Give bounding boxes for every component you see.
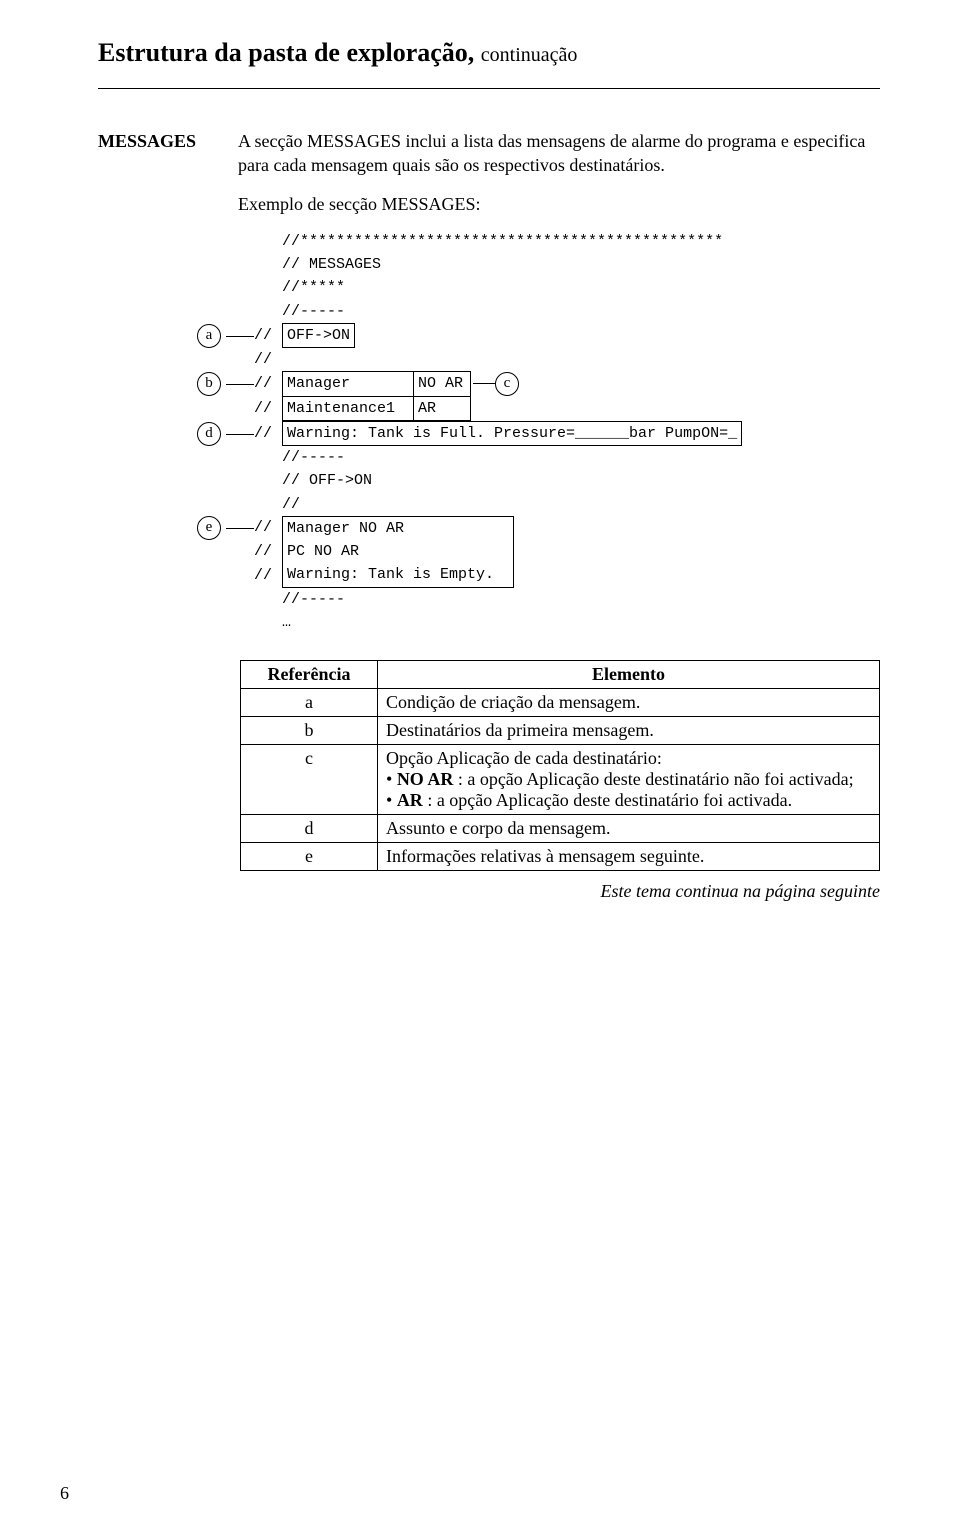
code-line: // MESSAGES [282, 253, 381, 276]
box-next-msg: Manager NO AR [282, 516, 514, 540]
continuation-note: Este tema continua na página seguinte [98, 881, 880, 902]
ref-desc: Assunto e corpo da mensagem. [378, 815, 880, 843]
code-line: //----- [282, 588, 345, 611]
box-off-on: OFF->ON [282, 323, 355, 348]
ref-key: a [241, 689, 378, 717]
marker-b: b [197, 372, 221, 396]
ref-desc: Condição de criação da mensagem. [378, 689, 880, 717]
table-row: a Condição de criação da mensagem. [241, 689, 880, 717]
connector-line [226, 434, 254, 435]
page-number: 6 [60, 1483, 69, 1504]
marker-c: c [495, 372, 519, 396]
divider [98, 88, 880, 89]
box-app-option: NO AR [414, 371, 471, 395]
marker-a: a [197, 324, 221, 348]
ref-desc: Informações relativas à mensagem seguint… [378, 843, 880, 871]
title-main: Estrutura da pasta de exploração, [98, 38, 481, 67]
ref-key: b [241, 717, 378, 745]
table-row: b Destinatários da primeira mensagem. [241, 717, 880, 745]
ref-desc: Opção Aplicação de cada destinatário: NO… [378, 745, 880, 815]
connector-line [226, 384, 254, 385]
box-subject-body: Warning: Tank is Full. Pressure=______ba… [282, 421, 742, 446]
code-slashes: // [254, 397, 282, 420]
connector-line [473, 383, 495, 384]
code-line: //***** [282, 276, 345, 299]
box-recipient: Manager [282, 371, 414, 395]
box-recipient: Maintenance1 [282, 396, 414, 421]
code-slashes: // [254, 348, 282, 371]
box-app-option: AR [414, 396, 471, 421]
code-line: //----- [282, 446, 345, 469]
code-slashes: // [254, 540, 282, 563]
connector-line [226, 528, 254, 529]
ref-key: d [241, 815, 378, 843]
code-line: // [282, 493, 300, 516]
table-row: e Informações relativas à mensagem segui… [241, 843, 880, 871]
code-slashes: // [254, 324, 282, 347]
intro-paragraph: A secção MESSAGES inclui a lista das men… [238, 129, 880, 178]
code-slashes: // [254, 516, 282, 539]
page-title: Estrutura da pasta de exploração, contin… [98, 38, 880, 68]
code-line: //**************************************… [282, 230, 723, 253]
section-messages: MESSAGES A secção MESSAGES inclui a list… [98, 129, 880, 660]
code-line: //----- [282, 300, 345, 323]
example-label: Exemplo de secção MESSAGES: [238, 192, 880, 216]
box-next-msg: PC NO AR [282, 540, 514, 563]
connector-line [226, 336, 254, 337]
title-continuation: continuação [481, 44, 578, 66]
box-next-msg: Warning: Tank is Empty. [282, 563, 514, 587]
table-header-ref: Referência [241, 661, 378, 689]
ref-desc: Destinatários da primeira mensagem. [378, 717, 880, 745]
marker-c-wrap: c [473, 372, 519, 396]
code-slashes: // [254, 372, 282, 395]
section-body: A secção MESSAGES inclui a lista das men… [238, 129, 880, 660]
table-row: c Opção Aplicação de cada destinatário: … [241, 745, 880, 815]
table-row: d Assunto e corpo da mensagem. [241, 815, 880, 843]
code-slashes: // [254, 422, 282, 445]
section-label: MESSAGES [98, 129, 238, 152]
table-header-elem: Elemento [378, 661, 880, 689]
marker-e: e [197, 516, 221, 540]
code-ellipsis: … [282, 611, 291, 634]
code-example: //**************************************… [192, 230, 880, 634]
ref-key: c [241, 745, 378, 815]
reference-table: Referência Elemento a Condição de criaçã… [240, 660, 880, 871]
code-line: // OFF->ON [282, 469, 372, 492]
ref-key: e [241, 843, 378, 871]
marker-d: d [197, 422, 221, 446]
code-slashes: // [254, 564, 282, 587]
